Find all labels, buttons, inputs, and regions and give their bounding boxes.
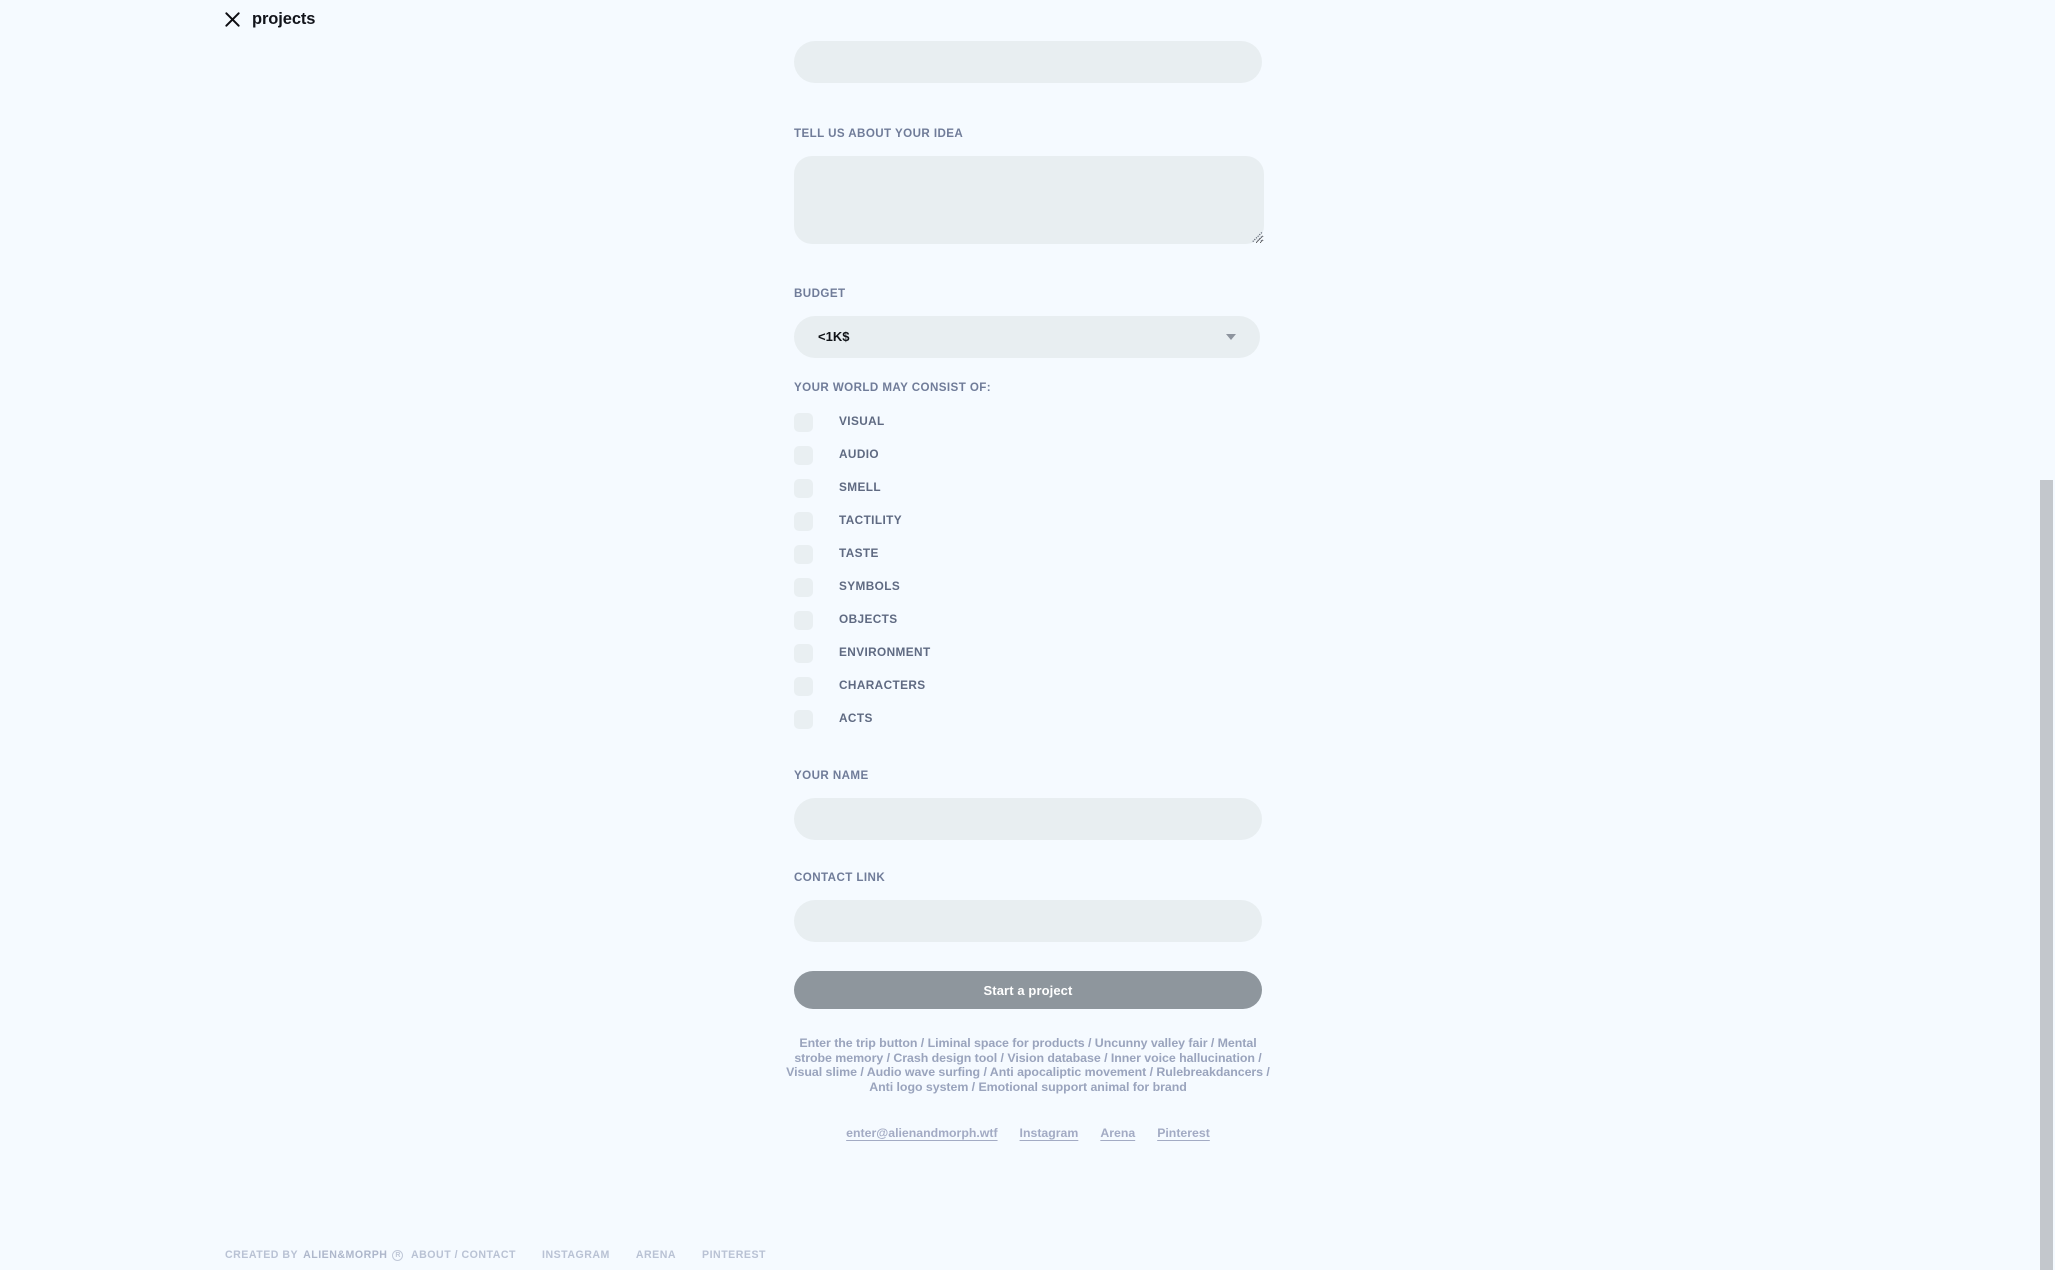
checkbox-icon[interactable] bbox=[794, 511, 813, 531]
checkbox-icon[interactable] bbox=[794, 445, 813, 465]
contact-link[interactable]: Arena bbox=[1100, 1126, 1135, 1140]
world-option-label: AUDIO bbox=[839, 447, 880, 462]
world-option-label: TASTE bbox=[839, 546, 879, 561]
world-checkbox-list: VISUAL AUDIO SMELL TACTILITY TASTE SYMBOLS OBJ… bbox=[794, 406, 991, 736]
field-top-input-group bbox=[794, 41, 1262, 83]
checkbox-icon[interactable] bbox=[794, 676, 813, 696]
footer-nav-link[interactable]: PINTEREST bbox=[702, 1249, 766, 1261]
checkbox-icon[interactable] bbox=[794, 577, 813, 597]
tagline-text: Enter the trip button / Liminal space fo… bbox=[786, 1036, 1270, 1094]
budget-select[interactable]: <1K$ bbox=[794, 315, 1260, 358]
footer-nav-link[interactable]: ARENA bbox=[636, 1249, 676, 1261]
topbar: projects bbox=[224, 11, 315, 28]
contact-label: CONTACT LINK bbox=[794, 871, 886, 884]
checkbox-icon[interactable] bbox=[794, 709, 813, 729]
contact-link-input[interactable] bbox=[794, 899, 1262, 942]
world-option-row[interactable]: TASTE bbox=[794, 538, 991, 571]
contact-link[interactable]: Pinterest bbox=[1157, 1126, 1210, 1140]
footer-brand-name: ALIEN&MORPH bbox=[303, 1249, 388, 1261]
world-label: YOUR WORLD MAY CONSIST OF: bbox=[794, 381, 992, 394]
world-option-row[interactable]: VISUAL bbox=[794, 406, 991, 439]
page-root: projects TELL US ABOUT YOUR IDEA BUDGET bbox=[0, 0, 2055, 1270]
world-option-label: OBJECTS bbox=[839, 612, 898, 627]
world-option-row[interactable]: CHARACTERS bbox=[794, 670, 991, 703]
world-option-label: SMELL bbox=[839, 480, 881, 495]
top-text-input[interactable] bbox=[794, 41, 1262, 83]
world-option-row[interactable]: AUDIO bbox=[794, 439, 991, 472]
world-option-label: ACTS bbox=[839, 711, 873, 726]
idea-textarea[interactable] bbox=[794, 155, 1264, 244]
registered-trademark-icon: R bbox=[392, 1249, 404, 1261]
name-label: YOUR NAME bbox=[794, 769, 869, 782]
footer-nav-link[interactable]: ABOUT / CONTACT bbox=[411, 1249, 516, 1261]
world-option-row[interactable]: ENVIRONMENT bbox=[794, 637, 991, 670]
checkbox-icon[interactable] bbox=[794, 544, 813, 564]
name-input[interactable] bbox=[794, 797, 1262, 840]
world-option-label: ENVIRONMENT bbox=[839, 645, 931, 660]
contact-link[interactable]: Instagram bbox=[1020, 1126, 1079, 1140]
close-icon[interactable] bbox=[224, 11, 241, 28]
field-contact-group: CONTACT LINK bbox=[794, 872, 1262, 942]
footer-nav-link[interactable]: INSTAGRAM bbox=[542, 1249, 610, 1261]
start-a-project-button[interactable]: Start a project bbox=[794, 971, 1262, 1009]
budget-select-wrap: <1K$ bbox=[794, 315, 1260, 358]
world-option-label: SYMBOLS bbox=[839, 579, 901, 594]
idea-textarea-wrap bbox=[794, 155, 1264, 244]
checkbox-icon[interactable] bbox=[794, 478, 813, 498]
checkbox-icon[interactable] bbox=[794, 412, 813, 432]
field-world-group: YOUR WORLD MAY CONSIST OF: VISUAL AUDIO SM… bbox=[794, 382, 991, 736]
checkbox-icon[interactable] bbox=[794, 610, 813, 630]
world-option-label: VISUAL bbox=[839, 414, 885, 429]
projects-link[interactable]: projects bbox=[252, 11, 315, 28]
world-option-row[interactable]: ACTS bbox=[794, 703, 991, 736]
footer-created-by-label: CREATED BY bbox=[225, 1249, 299, 1261]
idea-label: TELL US ABOUT YOUR IDEA bbox=[794, 127, 964, 140]
field-name-group: YOUR NAME bbox=[794, 770, 1262, 840]
world-option-row[interactable]: TACTILITY bbox=[794, 505, 991, 538]
contact-links: enter@alienandmorph.wtf Instagram Arena Pin… bbox=[794, 1126, 1262, 1140]
checkbox-icon[interactable] bbox=[794, 643, 813, 663]
field-idea-group: TELL US ABOUT YOUR IDEA bbox=[794, 128, 1264, 244]
field-budget-group: BUDGET <1K$ bbox=[794, 288, 1260, 358]
budget-selected-value: <1K$ bbox=[818, 329, 850, 345]
world-option-label: TACTILITY bbox=[839, 513, 903, 528]
world-option-row[interactable]: SYMBOLS bbox=[794, 571, 991, 604]
world-option-label: CHARACTERS bbox=[839, 678, 926, 693]
footer-credit: CREATED BY ALIEN&MORPH R bbox=[225, 1249, 404, 1261]
budget-label: BUDGET bbox=[794, 287, 846, 300]
vertical-scrollbar-track[interactable] bbox=[2038, 0, 2055, 1270]
world-option-row[interactable]: OBJECTS bbox=[794, 604, 991, 637]
world-option-row[interactable]: SMELL bbox=[794, 472, 991, 505]
vertical-scrollbar-thumb[interactable] bbox=[2040, 480, 2053, 1270]
contact-link[interactable]: enter@alienandmorph.wtf bbox=[846, 1126, 997, 1140]
footer-nav: ABOUT / CONTACT INSTAGRAM ARENA PINTEREST bbox=[411, 1249, 766, 1261]
